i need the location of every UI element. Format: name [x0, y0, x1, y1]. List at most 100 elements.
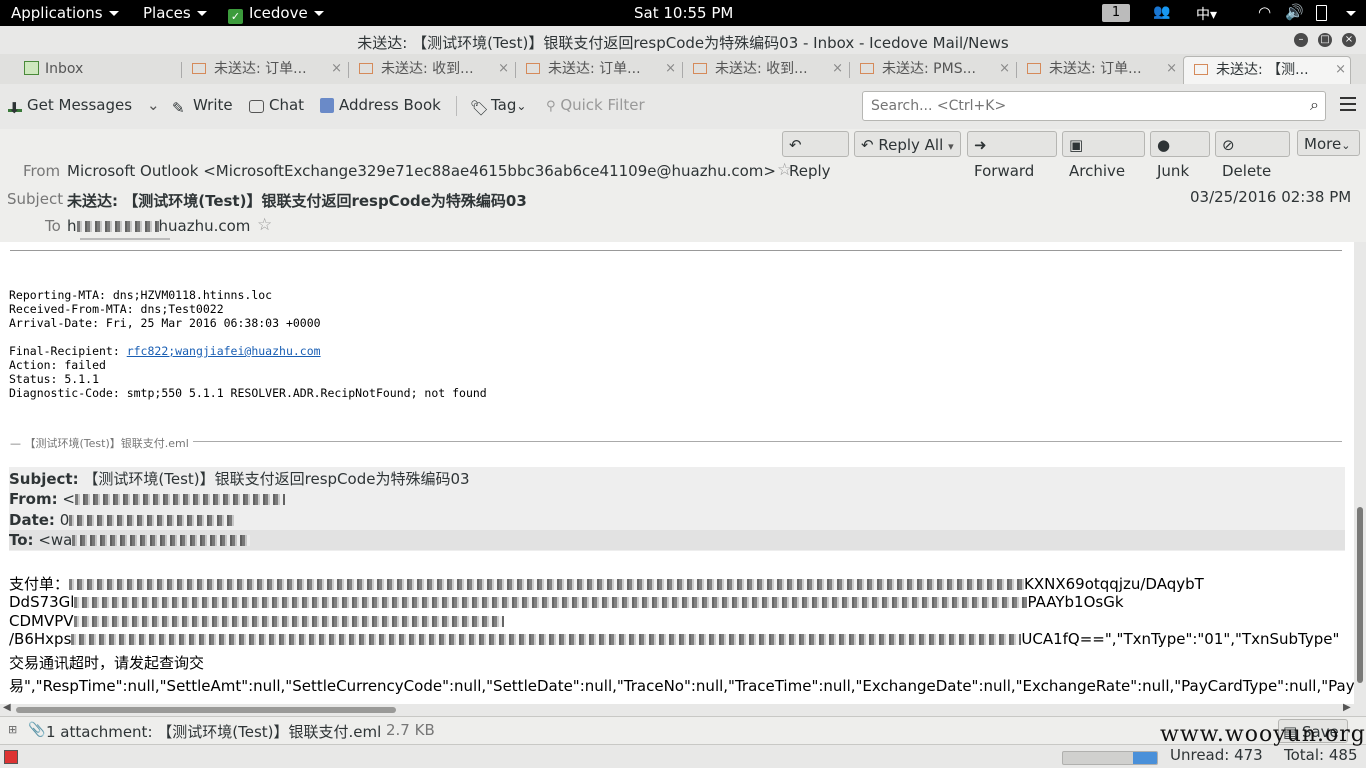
icedove-icon: ✓: [228, 9, 243, 24]
write-button[interactable]: ✎ Write: [172, 96, 233, 117]
app-menu-icon[interactable]: [1340, 97, 1356, 111]
close-window-icon[interactable]: ×: [1342, 33, 1356, 47]
forward-button[interactable]: ➜ Forward: [967, 131, 1057, 180]
close-tab-icon[interactable]: ×: [999, 56, 1010, 82]
tab-label: 未送达: PMS...: [882, 61, 976, 77]
minimize-icon[interactable]: –: [1294, 33, 1308, 47]
envelope-icon: [1194, 64, 1208, 75]
fwd-to-prefix: <wa: [38, 531, 73, 549]
clock[interactable]: Sat 10:55 PM: [634, 4, 733, 22]
close-tab-icon[interactable]: ×: [665, 56, 676, 82]
offline-status-icon[interactable]: [4, 750, 18, 764]
places-label: Places: [143, 4, 191, 22]
forward-icon: ➜: [974, 136, 987, 154]
body-line-text: 交易通讯超时，请发起查询交: [9, 654, 205, 672]
scroll-right-icon[interactable]: ▶: [1343, 702, 1351, 713]
tag-button[interactable]: 🏷 Tag⌄: [470, 96, 526, 117]
tab-label: 未送达: 收到...: [715, 61, 808, 77]
volume-icon[interactable]: 🔊: [1285, 3, 1304, 21]
tab-message[interactable]: 未送达: PMS... ×: [850, 56, 1014, 83]
chevron-down-icon: ⌄: [147, 96, 160, 114]
watermark: www.wooyun.org: [1160, 722, 1366, 747]
workspace-indicator[interactable]: 1: [1102, 4, 1130, 22]
progress-bar: [1062, 751, 1158, 765]
people-icon[interactable]: 👥: [1153, 4, 1170, 20]
delete-label: Delete: [1222, 162, 1272, 180]
get-messages-button[interactable]: ⬇ Get Messages: [8, 96, 132, 117]
tab-message[interactable]: 未送达: 收到... ×: [683, 56, 847, 83]
close-tab-icon[interactable]: ×: [331, 56, 342, 82]
close-tab-icon[interactable]: ×: [832, 56, 843, 82]
chevron-down-icon[interactable]: ▾: [948, 140, 954, 153]
body-line: /B6Hxps UCA1fQ==","TxnType":"01","TxnSubT…: [9, 630, 1339, 648]
close-tab-icon[interactable]: ×: [498, 56, 509, 82]
toolbar-divider: [456, 96, 457, 116]
body-line-prefix: 支付单：: [9, 575, 70, 593]
applications-menu[interactable]: Applications: [11, 4, 119, 22]
tab-message[interactable]: 未送达: 订单... ×: [1017, 56, 1181, 83]
envelope-icon: [192, 63, 206, 74]
horizontal-scrollbar[interactable]: ◀ ▶: [0, 702, 1366, 716]
battery-icon[interactable]: [1316, 5, 1327, 21]
expand-icon[interactable]: ⊞: [8, 723, 17, 736]
body-line-suffix: UCA1fQ==","TxnType":"01","TxnSubType": [1021, 630, 1340, 648]
tab-label: 未送达: 订单...: [1049, 61, 1142, 77]
more-button[interactable]: More⌄: [1297, 130, 1360, 156]
tab-message[interactable]: 未送达: 订单... ×: [516, 56, 680, 83]
fwd-to-row: To: <wa: [9, 530, 1345, 550]
pencil-icon: ✎: [172, 99, 185, 117]
wifi-icon[interactable]: ◠: [1258, 3, 1271, 21]
system-menu-chevron-icon[interactable]: [1340, 4, 1356, 22]
fwd-date-label: Date:: [9, 511, 55, 529]
total-count: Total: 485: [1284, 746, 1358, 764]
more-label: More: [1304, 135, 1342, 153]
quick-filter-button[interactable]: ⚲ Quick Filter: [546, 96, 645, 114]
search-input[interactable]: [869, 97, 1293, 115]
close-tab-icon[interactable]: ×: [1335, 57, 1346, 83]
redaction-underline: [80, 238, 170, 240]
address-book-label: Address Book: [339, 96, 441, 114]
scroll-left-icon[interactable]: ◀: [3, 702, 11, 713]
reply-icon: ↶: [789, 136, 802, 154]
star-icon[interactable]: ☆: [257, 215, 272, 235]
tab-message-active[interactable]: 未送达: 【测... ×: [1183, 56, 1351, 84]
input-method-icon[interactable]: 中▾: [1196, 4, 1217, 24]
global-search-box[interactable]: ⌕: [862, 91, 1326, 121]
tab-label: 未送达: 订单...: [548, 61, 641, 77]
vertical-scroll-thumb[interactable]: [1357, 507, 1363, 683]
to-value[interactable]: h huazhu.com: [67, 217, 250, 235]
places-menu[interactable]: Places: [143, 4, 207, 22]
from-value[interactable]: Microsoft Outlook <MicrosoftExchange329e…: [67, 162, 776, 180]
redacted-text: [74, 597, 1028, 608]
body-line-suffix: KXNX69otqqjzu/DAqybT: [1024, 575, 1204, 593]
final-recipient-link[interactable]: rfc822;wangjiafei@huazhu.com: [127, 344, 321, 358]
reply-label: Reply: [789, 162, 831, 180]
close-tab-icon[interactable]: ×: [1166, 56, 1177, 82]
horizontal-scroll-thumb[interactable]: [16, 707, 396, 713]
redacted-text: [72, 535, 251, 546]
delete-button[interactable]: ⊘ Delete: [1215, 131, 1290, 180]
tab-message[interactable]: 未送达: 收到... ×: [349, 56, 513, 83]
get-messages-dropdown[interactable]: ⌄: [147, 96, 160, 114]
vertical-scrollbar[interactable]: [1354, 242, 1366, 704]
chat-button[interactable]: Chat: [249, 96, 304, 114]
junk-button[interactable]: ● Junk: [1150, 131, 1210, 180]
reply-all-label: Reply All: [878, 136, 944, 154]
reply-button[interactable]: ↶ Reply: [782, 131, 849, 180]
star-icon[interactable]: ☆: [777, 160, 792, 180]
address-book-button[interactable]: Address Book: [320, 96, 441, 114]
body-line-prefix: CDMVPV: [9, 612, 74, 630]
reply-all-button[interactable]: ↶ Reply All ▾: [854, 131, 961, 157]
app-menu[interactable]: ✓ Icedove: [228, 4, 324, 24]
tag-icon: 🏷: [470, 99, 490, 117]
chevron-down-icon: [108, 11, 119, 16]
archive-button[interactable]: ▣ Archive: [1062, 131, 1145, 180]
search-icon[interactable]: ⌕: [1310, 95, 1319, 115]
window-titlebar: 未送达: 【测试环境(Test)】银联支付返回respCode为特殊编码03 -…: [0, 26, 1366, 54]
tab-message[interactable]: 未送达: 订单... ×: [182, 56, 346, 83]
tab-inbox[interactable]: Inbox: [18, 56, 178, 83]
maximize-icon[interactable]: □: [1318, 33, 1332, 47]
attachment-summary[interactable]: 1 attachment: 【测试环境(Test)】银联支付.eml: [46, 721, 381, 742]
envelope-icon: [693, 63, 707, 74]
fwd-date-prefix: 0: [59, 511, 70, 529]
